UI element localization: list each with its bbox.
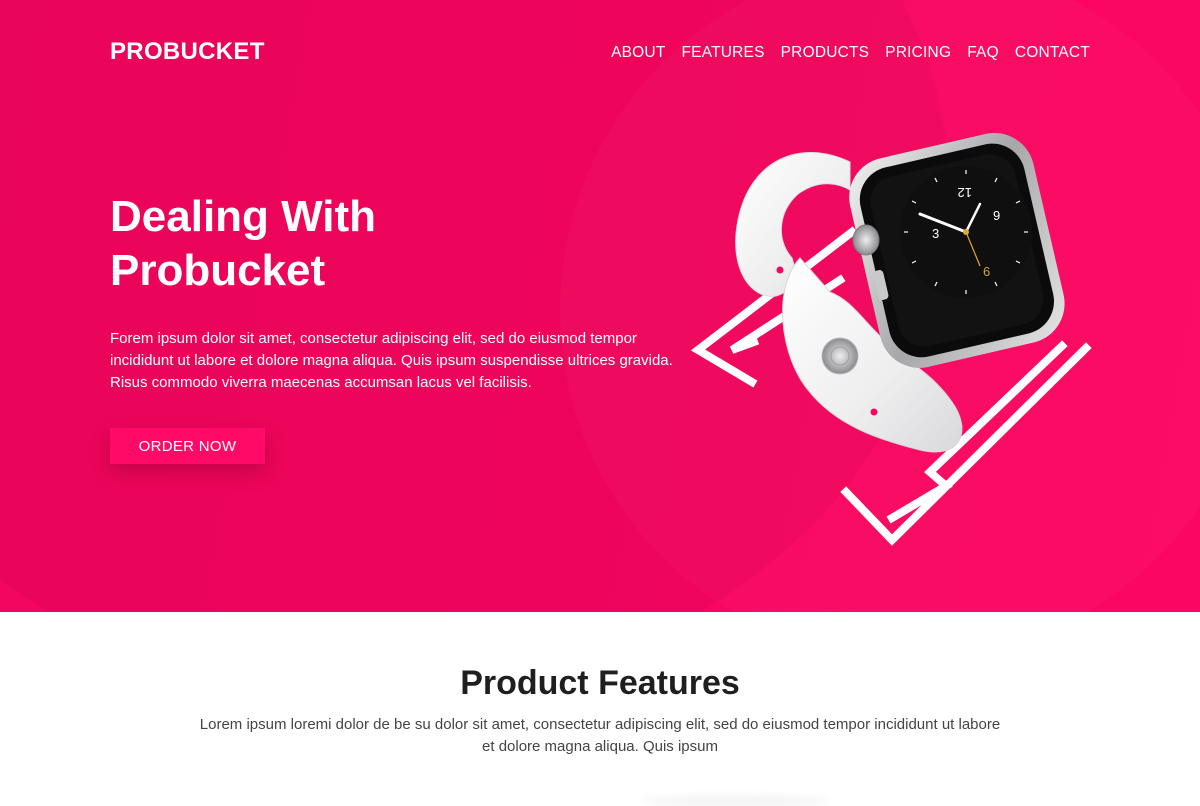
order-now-button[interactable]: ORDER NOW [110,428,265,464]
card-shadow [640,796,830,806]
dial-numeral-9: 9 [993,208,1000,223]
dial-numeral-6: 6 [983,264,990,279]
smartwatch-image: 12 3 6 9 [690,133,1092,546]
product-features-section: Product Features Lorem ipsum loremi dolo… [0,612,1200,806]
band-pin-icon [821,337,859,375]
features-title: Product Features [460,664,740,702]
band-hole-2 [870,408,878,416]
nav-features[interactable]: FEATURES [682,44,765,62]
dial-numeral-3: 3 [932,226,939,241]
hero-title-line-1: Dealing With [110,192,377,241]
band-hole [776,266,784,274]
hero-title-line-2: Probucket [110,246,326,295]
nav-pricing[interactable]: PRICING [885,44,951,62]
main-nav: ABOUT FEATURES PRODUCTS PRICING FAQ CONT… [611,44,1090,62]
nav-products[interactable]: PRODUCTS [781,44,870,62]
brand-logo[interactable]: PROBUCKET [110,38,265,66]
nav-contact[interactable]: CONTACT [1015,44,1090,62]
nav-faq[interactable]: FAQ [967,44,999,62]
features-description: Lorem ipsum loremi dolor de be su dolor … [199,716,1001,755]
hero-title: Dealing With Probucket [110,190,530,298]
hands-pivot [963,229,969,235]
hero-description: Forem ipsum dolor sit amet, consectetur … [110,330,673,391]
nav-about[interactable]: ABOUT [611,44,665,62]
dial-numeral-12: 12 [958,185,972,200]
digital-crown-icon [852,224,880,256]
watch-face: 12 3 6 9 [900,166,1032,298]
hero-section: PROBUCKET ABOUT FEATURES PRODUCTS PRICIN… [0,0,1200,612]
